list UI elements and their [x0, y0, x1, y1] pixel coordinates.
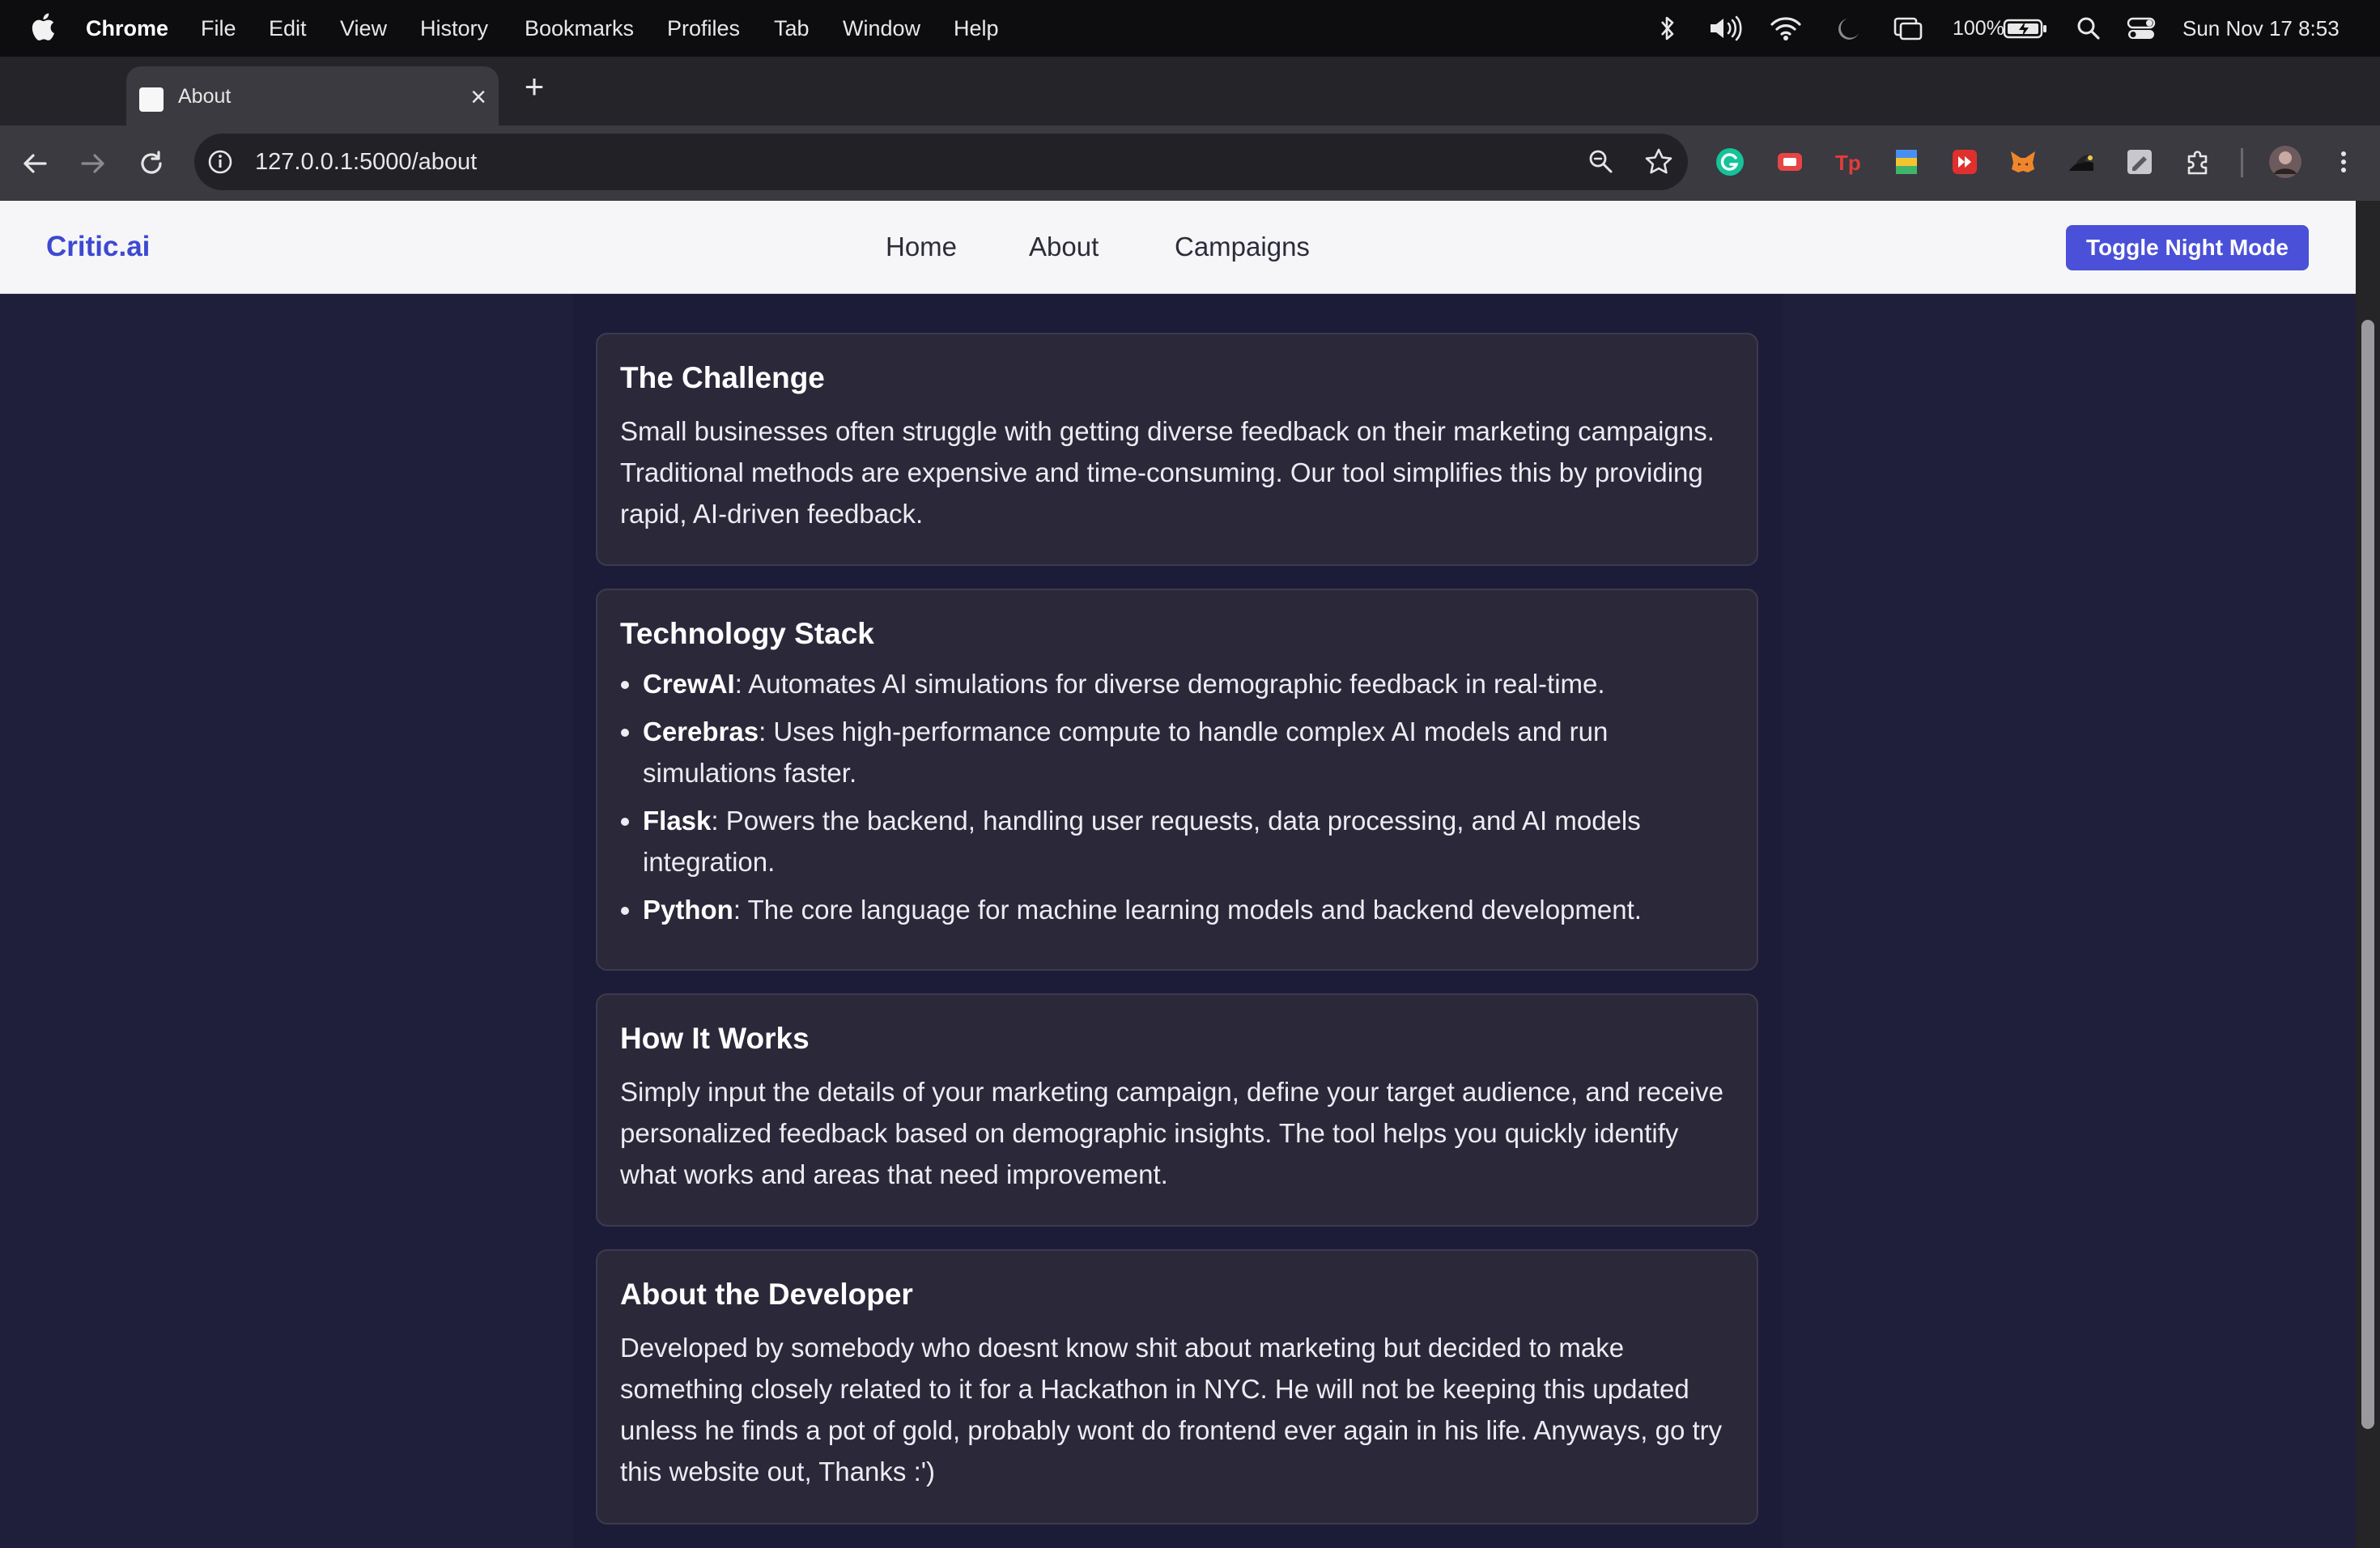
address-bar[interactable]: 127.0.0.1:5000/about [194, 134, 1688, 190]
site-brand-logo[interactable]: Critic.ai [46, 201, 150, 293]
menu-app-name[interactable]: Chrome [86, 0, 168, 57]
tech-name: CrewAI [643, 669, 735, 699]
battery-charging-icon[interactable] [2003, 15, 2048, 42]
list-item: Flask: Powers the backend, handling user… [643, 800, 1734, 882]
nav-link-home[interactable]: Home [886, 201, 957, 293]
back-arrow-icon[interactable] [19, 148, 50, 179]
macos-menu-bar: Chrome File Edit View History Bookmarks … [0, 0, 2380, 57]
list-item: Cerebras: Uses high-performance compute … [643, 711, 1734, 793]
page-scrollbar-thumb[interactable] [2361, 320, 2374, 1429]
address-url[interactable]: 127.0.0.1:5000/about [255, 134, 477, 190]
tech-name: Flask [643, 806, 712, 836]
menu-profiles[interactable]: Profiles [667, 0, 740, 57]
card-about-developer: About the Developer Developed by somebod… [596, 1249, 1758, 1525]
tech-list: CrewAI: Automates AI simulations for div… [620, 663, 1734, 930]
tab-close-icon[interactable]: × [466, 83, 491, 111]
list-item: Python: The core language for machine le… [643, 889, 1734, 930]
card-challenge: The Challenge Small businesses often str… [596, 333, 1758, 566]
svg-text:Tp: Tp [1835, 151, 1861, 175]
toolbar-divider [2241, 148, 2243, 177]
do-not-disturb-moon-icon[interactable] [1836, 15, 1862, 42]
grammarly-extension-icon[interactable] [1715, 147, 1745, 177]
bluetooth-icon[interactable] [1658, 15, 1677, 42]
card-technology-stack: Technology Stack CrewAI: Automates AI si… [596, 589, 1758, 971]
menu-file[interactable]: File [201, 0, 236, 57]
section-body: Small businesses often struggle with get… [620, 416, 1715, 529]
screen-mirroring-icon[interactable] [1893, 15, 1923, 42]
control-center-icon[interactable] [2126, 15, 2157, 42]
section-title: The Challenge [620, 361, 825, 394]
metamask-fox-extension-icon[interactable] [2008, 147, 2038, 177]
nav-link-campaigns[interactable]: Campaigns [1175, 201, 1310, 293]
section-title: Technology Stack [620, 617, 874, 650]
tech-desc: : Powers the backend, handling user requ… [643, 806, 1641, 877]
site-info-icon[interactable] [206, 147, 235, 176]
toggle-night-mode-button[interactable]: Toggle Night Mode [2066, 225, 2309, 270]
browser-tab-strip: About × [0, 57, 2380, 167]
menu-edit[interactable]: Edit [269, 0, 307, 57]
section-title: About the Developer [620, 1278, 913, 1311]
tech-name: Cerebras [643, 717, 759, 746]
wifi-icon[interactable] [1770, 15, 1802, 42]
menu-help[interactable]: Help [954, 0, 999, 57]
menu-clock[interactable]: Sun Nov 17 8:53 [2182, 0, 2340, 57]
tech-desc: : Automates AI simulations for diverse d… [734, 669, 1605, 699]
zoom-magnifier-icon[interactable] [1587, 147, 1616, 176]
browser-toolbar: 127.0.0.1:5000/about Tp [0, 125, 2380, 201]
tp-extension-icon[interactable]: Tp [1833, 147, 1864, 177]
apple-logo-icon[interactable] [31, 11, 55, 42]
list-item: CrewAI: Automates AI simulations for div… [643, 663, 1734, 704]
tab-title: About [178, 85, 232, 108]
menu-tab[interactable]: Tab [774, 0, 810, 57]
spotlight-search-icon[interactable] [2076, 15, 2102, 42]
volume-icon[interactable] [1708, 15, 1742, 42]
color-palette-extension-icon[interactable] [1891, 147, 1922, 177]
menu-history[interactable]: History [420, 0, 488, 57]
section-body: Developed by somebody who doesnt know sh… [620, 1333, 1723, 1486]
dark-reader-extension-icon[interactable] [2066, 147, 2097, 177]
chrome-menu-kebab-icon[interactable] [2331, 147, 2356, 177]
menu-view[interactable]: View [340, 0, 387, 57]
browser-tab-about[interactable]: About × [126, 66, 499, 125]
menu-window[interactable]: Window [843, 0, 920, 57]
media-forward-extension-icon[interactable] [1949, 147, 1980, 177]
reload-icon[interactable] [136, 148, 167, 179]
tech-desc: : The core language for machine learning… [733, 895, 1642, 925]
new-tab-plus-icon[interactable]: + [520, 70, 549, 104]
profile-avatar[interactable] [2268, 145, 2302, 179]
notes-extension-icon[interactable] [2124, 147, 2155, 177]
card-how-it-works: How It Works Simply input the details of… [596, 993, 1758, 1227]
screen-recorder-extension-icon[interactable] [1774, 147, 1805, 177]
extensions-puzzle-icon[interactable] [2182, 147, 2213, 177]
section-body: Simply input the details of your marketi… [620, 1077, 1723, 1189]
favicon-blank-icon [139, 87, 164, 112]
bookmark-star-icon[interactable] [1643, 147, 1674, 177]
battery-percentage: 100% [1953, 17, 2004, 40]
tech-desc: : Uses high-performance compute to handl… [643, 717, 1609, 788]
section-title: How It Works [620, 1022, 810, 1055]
tech-name: Python [643, 895, 733, 925]
page-viewport: Critic.ai Home About Campaigns Toggle Ni… [0, 201, 2356, 1548]
site-navbar: Critic.ai Home About Campaigns Toggle Ni… [0, 201, 2356, 294]
forward-arrow-icon[interactable] [78, 148, 108, 179]
menu-bookmarks[interactable]: Bookmarks [525, 0, 634, 57]
nav-link-about[interactable]: About [1029, 201, 1099, 293]
